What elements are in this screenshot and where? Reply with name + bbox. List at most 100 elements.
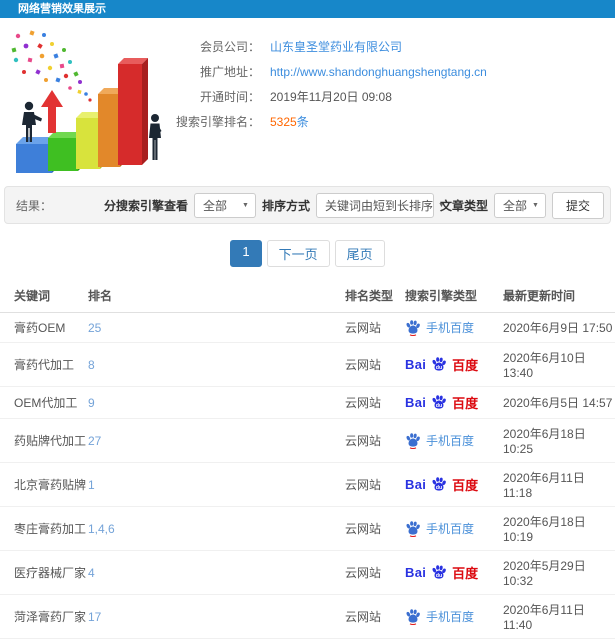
baidu-pc-logo: Bai du 百度	[405, 475, 503, 494]
engine-type-cell: 手机百度	[405, 506, 503, 551]
rank-value[interactable]: 25	[88, 321, 101, 335]
sort-select-value: 关键词由短到长排序	[324, 198, 433, 213]
keyword-cell: 菏泽膏药厂家	[0, 594, 88, 639]
rank-type-cell: 云网站	[345, 418, 405, 463]
rank-count-number: 5325	[270, 115, 297, 129]
rank-type-cell: 云网站	[345, 594, 405, 639]
updated-cell: 2020年6月11日 11:40	[503, 594, 615, 639]
engine-type-cell: Bai du 百度	[405, 462, 503, 507]
article-type-label: 文章类型	[439, 198, 488, 213]
mobile-baidu-text: 手机百度	[426, 321, 475, 335]
rank-cell: 4	[88, 550, 345, 595]
rank-value[interactable]: 4	[88, 566, 95, 580]
baidu-paw-icon	[406, 521, 420, 537]
baidu-mobile-logo: 手机百度	[405, 520, 503, 537]
rank-count-label: 搜索引擎排名：	[176, 115, 261, 129]
field-open-time: 开通时间： 2019年11月20日 09:08	[176, 84, 615, 109]
field-company: 会员公司： 山东皇圣堂药业有限公司	[176, 34, 615, 59]
baidu-paw-icon	[406, 609, 420, 625]
filter-controls: 分搜索引擎查看 全部 ▼ 排序方式 关键词由短到长排序 ▼ 文章类型 全部 ▼ …	[103, 191, 604, 219]
baidu-paw-icon: du	[432, 395, 446, 409]
rank-cell: 8	[88, 342, 345, 387]
baidu-bai-text: Bai	[405, 565, 427, 580]
table-row: 药贴牌代加工 27 云网站 手机百度 2020年6月18日 10:25	[0, 418, 615, 463]
rank-value[interactable]: 1,4,6	[88, 522, 115, 536]
col-keyword: 关键词	[0, 279, 88, 313]
updated-cell: 2020年6月9日 17:50	[503, 312, 615, 343]
keyword-cell: 药贴牌代加工	[0, 418, 88, 463]
submit-button[interactable]: 提交	[551, 191, 604, 219]
engine-type-cell: Bai du 百度	[405, 550, 503, 595]
rank-cell: 1,4,6	[88, 506, 345, 551]
rank-cell: 27	[88, 418, 345, 463]
field-url: 推广地址： http://www.shandonghuangshengtang.…	[176, 59, 615, 84]
baidu-cn-text: 百度	[452, 566, 479, 581]
open-time-value: 2019年11月20日 09:08	[270, 90, 392, 104]
table-row: 北京膏药贴牌 1 云网站 Bai du 百度 2020年6月11日 11:18	[0, 462, 615, 507]
info-section: 会员公司： 山东皇圣堂药业有限公司 推广地址： http://www.shand…	[0, 18, 615, 180]
svg-text:du: du	[436, 485, 443, 491]
rank-type-cell: 云网站	[345, 386, 405, 419]
engine-select[interactable]: 全部 ▼	[193, 192, 256, 218]
rank-value[interactable]: 8	[88, 358, 95, 372]
businessman-right	[149, 114, 162, 160]
updated-cell: 2020年6月18日 10:19	[503, 506, 615, 551]
chevron-down-icon: ▼	[242, 201, 249, 209]
mobile-baidu-text: 手机百度	[426, 522, 475, 536]
rank-value[interactable]: 1	[88, 478, 95, 492]
updated-cell: 2020年5月29日 10:32	[503, 550, 615, 595]
keyword-cell: 膏药OEM	[0, 312, 88, 343]
result-label: 结果：	[16, 198, 53, 213]
baidu-paw-icon: du	[432, 357, 446, 371]
table-row: 膏药代加工 8 云网站 Bai du 百度 2020年6月10日 13:40	[0, 342, 615, 387]
col-rank: 排名	[88, 279, 345, 313]
updated-cell: 2020年6月18日 10:25	[503, 418, 615, 463]
bar-chart-clipart	[11, 30, 162, 173]
sort-select[interactable]: 关键词由短到长排序 ▼	[315, 192, 445, 218]
rank-type-cell: 云网站	[345, 462, 405, 507]
table-row: OEM代加工 9 云网站 Bai du 百度 2020年6月5日 14:57	[0, 386, 615, 419]
svg-text:du: du	[436, 365, 443, 371]
engine-type-cell: Bai du 百度	[405, 342, 503, 387]
pagination: 1 下一页 尾页	[0, 240, 615, 267]
last-page-button[interactable]: 尾页	[334, 240, 385, 267]
next-page-button[interactable]: 下一页	[266, 240, 330, 267]
keyword-cell: OEM代加工	[0, 386, 88, 419]
baidu-pc-logo: Bai du 百度	[405, 393, 503, 412]
rank-cell: 1	[88, 462, 345, 507]
url-label: 推广地址：	[199, 65, 260, 79]
rank-type-cell: 云网站	[345, 342, 405, 387]
col-rank-type: 排名类型	[345, 279, 405, 313]
rank-value[interactable]: 9	[88, 396, 95, 410]
article-type-value: 全部	[502, 198, 527, 213]
mobile-baidu-text: 手机百度	[426, 434, 475, 448]
businessman-left	[22, 101, 42, 142]
filter-bar: 结果： 分搜索引擎查看 全部 ▼ 排序方式 关键词由短到长排序 ▼ 文章类型 全…	[4, 186, 611, 224]
rank-cell: 17	[88, 594, 345, 639]
updated-cell: 2020年6月5日 14:57	[503, 386, 615, 419]
rank-cell: 9	[88, 386, 345, 419]
col-engine-type: 搜索引擎类型	[405, 279, 503, 313]
company-label: 会员公司：	[199, 40, 260, 54]
rank-cell: 25	[88, 312, 345, 343]
page-1-button[interactable]: 1	[230, 240, 262, 267]
company-link[interactable]: 山东皇圣堂药业有限公司	[270, 38, 402, 55]
promotion-url-link[interactable]: http://www.shandonghuangshengtang.cn	[270, 65, 487, 79]
engine-filter-label: 分搜索引擎查看	[103, 198, 188, 213]
rank-value[interactable]: 17	[88, 610, 101, 624]
field-rank-count: 搜索引擎排名： 5325条	[176, 109, 615, 134]
baidu-cn-text: 百度	[452, 478, 479, 493]
keyword-cell: 枣庄膏药加工	[0, 506, 88, 551]
page-title: 网络营销效果展示	[18, 3, 106, 15]
article-type-select[interactable]: 全部 ▼	[493, 192, 546, 218]
rank-type-cell: 云网站	[345, 506, 405, 551]
table-row: 菏泽膏药厂家 17 云网站 手机百度 2020年6月11日 11:40	[0, 594, 615, 639]
engine-type-cell: 手机百度	[405, 418, 503, 463]
baidu-bai-text: Bai	[405, 357, 427, 372]
rank-value[interactable]: 27	[88, 434, 101, 448]
up-arrow	[41, 90, 63, 133]
engine-type-cell: 手机百度	[405, 594, 503, 639]
engine-type-cell: Bai du 百度	[405, 386, 503, 419]
baidu-bai-text: Bai	[405, 477, 427, 492]
keyword-cell: 医疗器械厂家	[0, 550, 88, 595]
